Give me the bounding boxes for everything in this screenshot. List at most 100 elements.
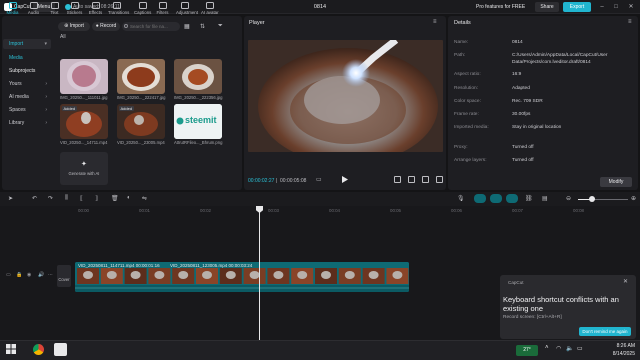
media-thumb-3[interactable]	[174, 59, 222, 94]
timeline-view-icon[interactable]: ▭	[316, 176, 322, 183]
close-icon[interactable]: ✕	[623, 278, 628, 285]
captions-tool-icon[interactable]: ▤	[542, 195, 549, 202]
tab-ai-avatar[interactable]: AI avatar	[201, 2, 219, 18]
nav-subprojects[interactable]: Subprojects	[3, 66, 51, 76]
chrome-icon[interactable]	[33, 344, 44, 355]
audio-mute-icon[interactable]: 🔊	[38, 272, 44, 278]
time-tick: 00:06	[451, 208, 462, 213]
media-thumb-5[interactable]: Added	[117, 104, 165, 139]
generate-with-ai-card[interactable]: ✦ Generate with AI	[60, 152, 108, 185]
zoom-slider-handle[interactable]	[589, 196, 595, 202]
tray-up-icon[interactable]: ˄	[545, 345, 549, 351]
split-right-icon[interactable]: ⟧	[95, 195, 102, 202]
detail-label: Proxy:	[454, 145, 468, 150]
tab-media[interactable]: Media	[4, 2, 21, 18]
split-left-icon[interactable]: ⟦	[80, 195, 87, 202]
tab-effects[interactable]: Effects	[87, 2, 104, 18]
volume-icon[interactable]: 🔈	[566, 345, 573, 352]
media-thumb-6[interactable]: steemit	[174, 104, 222, 139]
windows-logo-icon	[6, 344, 16, 354]
nav-media[interactable]: Media	[3, 53, 51, 63]
weather-widget[interactable]: 27°	[516, 345, 538, 356]
tab-stickers[interactable]: Stickers	[66, 2, 83, 18]
link-icon[interactable]: ⛓	[525, 195, 533, 202]
detail-label: Name:	[454, 40, 469, 45]
close-window-button[interactable]: ✕	[625, 2, 637, 12]
split-icon[interactable]: ⫼	[65, 195, 72, 202]
share-button[interactable]: Share	[535, 2, 559, 12]
sparkle-icon: ✦	[81, 161, 87, 168]
clip-label: VID_20250811_114711.mp4 00:00:01:16	[78, 263, 160, 268]
added-badge: Added	[119, 106, 134, 111]
clip-frame-highlight	[83, 271, 93, 279]
cover-button[interactable]: Cover	[57, 265, 71, 287]
minimize-button[interactable]: –	[596, 2, 608, 12]
undo-icon[interactable]: ↶	[32, 195, 39, 202]
more-icon[interactable]: ⋯	[48, 272, 53, 278]
nav-spaces[interactable]: Spaces ›	[3, 105, 51, 115]
capcut-taskbar-icon[interactable]	[54, 343, 67, 356]
fullscreen-preview-icon[interactable]	[394, 176, 401, 183]
tab-captions[interactable]: Captions	[134, 2, 151, 18]
tab-transitions[interactable]: Transitions	[108, 2, 129, 18]
pro-features-link[interactable]: Pro features for FREE	[476, 4, 525, 10]
clip-frame-highlight	[202, 271, 212, 279]
windows-start-icon[interactable]	[6, 344, 16, 354]
mask-icon[interactable]: ◐	[127, 195, 134, 202]
redo-icon[interactable]: ↷	[48, 195, 55, 202]
chevron-right-icon: ›	[45, 107, 47, 113]
nav-ai-media[interactable]: AI media ›	[3, 92, 51, 102]
clip-frame-highlight	[297, 271, 308, 279]
zoom-out-icon[interactable]: ⊖	[566, 195, 573, 202]
video-preview	[248, 40, 443, 152]
detail-label: Imported media:	[454, 125, 489, 130]
fit-icon[interactable]: ⊕	[631, 195, 638, 202]
quality-icon[interactable]	[408, 176, 415, 183]
project-title: 0814	[313, 4, 327, 10]
select-tool-icon[interactable]: ➤	[8, 195, 15, 202]
ratio-icon[interactable]	[422, 176, 429, 183]
detail-value: Adapted	[512, 86, 530, 91]
media-thumb-4[interactable]: Added	[60, 104, 108, 139]
track-icon[interactable]: ▭	[6, 272, 11, 278]
sort-icon[interactable]: ⇅	[200, 23, 205, 30]
grid-view-icon[interactable]: ▦	[184, 23, 190, 30]
expand-icon[interactable]	[436, 176, 443, 183]
tab-filters[interactable]: Filters	[154, 2, 171, 18]
preview-axis-toggle[interactable]	[506, 194, 518, 203]
nav-import[interactable]: Import ▾	[3, 39, 51, 49]
chevron-right-icon: ›	[45, 81, 47, 87]
player-menu-icon[interactable]: ≡	[433, 19, 437, 25]
playhead[interactable]	[259, 206, 260, 340]
auto-snap-toggle[interactable]	[474, 194, 486, 203]
dont-remind-button[interactable]: Don't remind me again	[579, 327, 631, 336]
tab-adjustment[interactable]: Adjustment	[176, 2, 198, 18]
eye-icon[interactable]: ◉	[27, 272, 31, 278]
filter-icon[interactable]: ⏷	[218, 23, 223, 30]
search-input[interactable]	[122, 22, 180, 31]
details-menu-icon[interactable]: ≡	[628, 19, 632, 25]
battery-icon[interactable]: ▭	[577, 345, 583, 352]
food-photo-thumbnail	[117, 59, 165, 94]
nav-library[interactable]: Library ›	[3, 118, 51, 128]
mirror-icon[interactable]: ⇋	[142, 195, 149, 202]
media-thumb-1[interactable]	[60, 59, 108, 94]
lock-icon[interactable]: 🔒	[16, 272, 22, 278]
play-icon[interactable]	[342, 176, 348, 183]
modify-button[interactable]: Modify	[600, 177, 632, 187]
nav-yours[interactable]: Yours ›	[3, 79, 51, 89]
microphone-icon[interactable]: 🎙	[457, 195, 465, 202]
tab-audio[interactable]: Audio	[25, 2, 42, 18]
delete-icon[interactable]: 🗑	[111, 195, 119, 202]
tab-text[interactable]: Text	[46, 2, 63, 18]
import-button[interactable]: ⊕ Import	[58, 22, 90, 31]
transitions-icon	[112, 2, 121, 9]
detail-value: Rec. 709 SDR	[512, 99, 543, 104]
media-thumb-2[interactable]	[117, 59, 165, 94]
export-button[interactable]: Export	[563, 2, 591, 12]
wifi-icon[interactable]: ◠	[556, 345, 561, 352]
maximize-button[interactable]: □	[610, 2, 622, 12]
record-button[interactable]: ● Record	[92, 22, 120, 31]
linkage-toggle[interactable]	[490, 194, 502, 203]
time-separator: |	[276, 178, 278, 184]
